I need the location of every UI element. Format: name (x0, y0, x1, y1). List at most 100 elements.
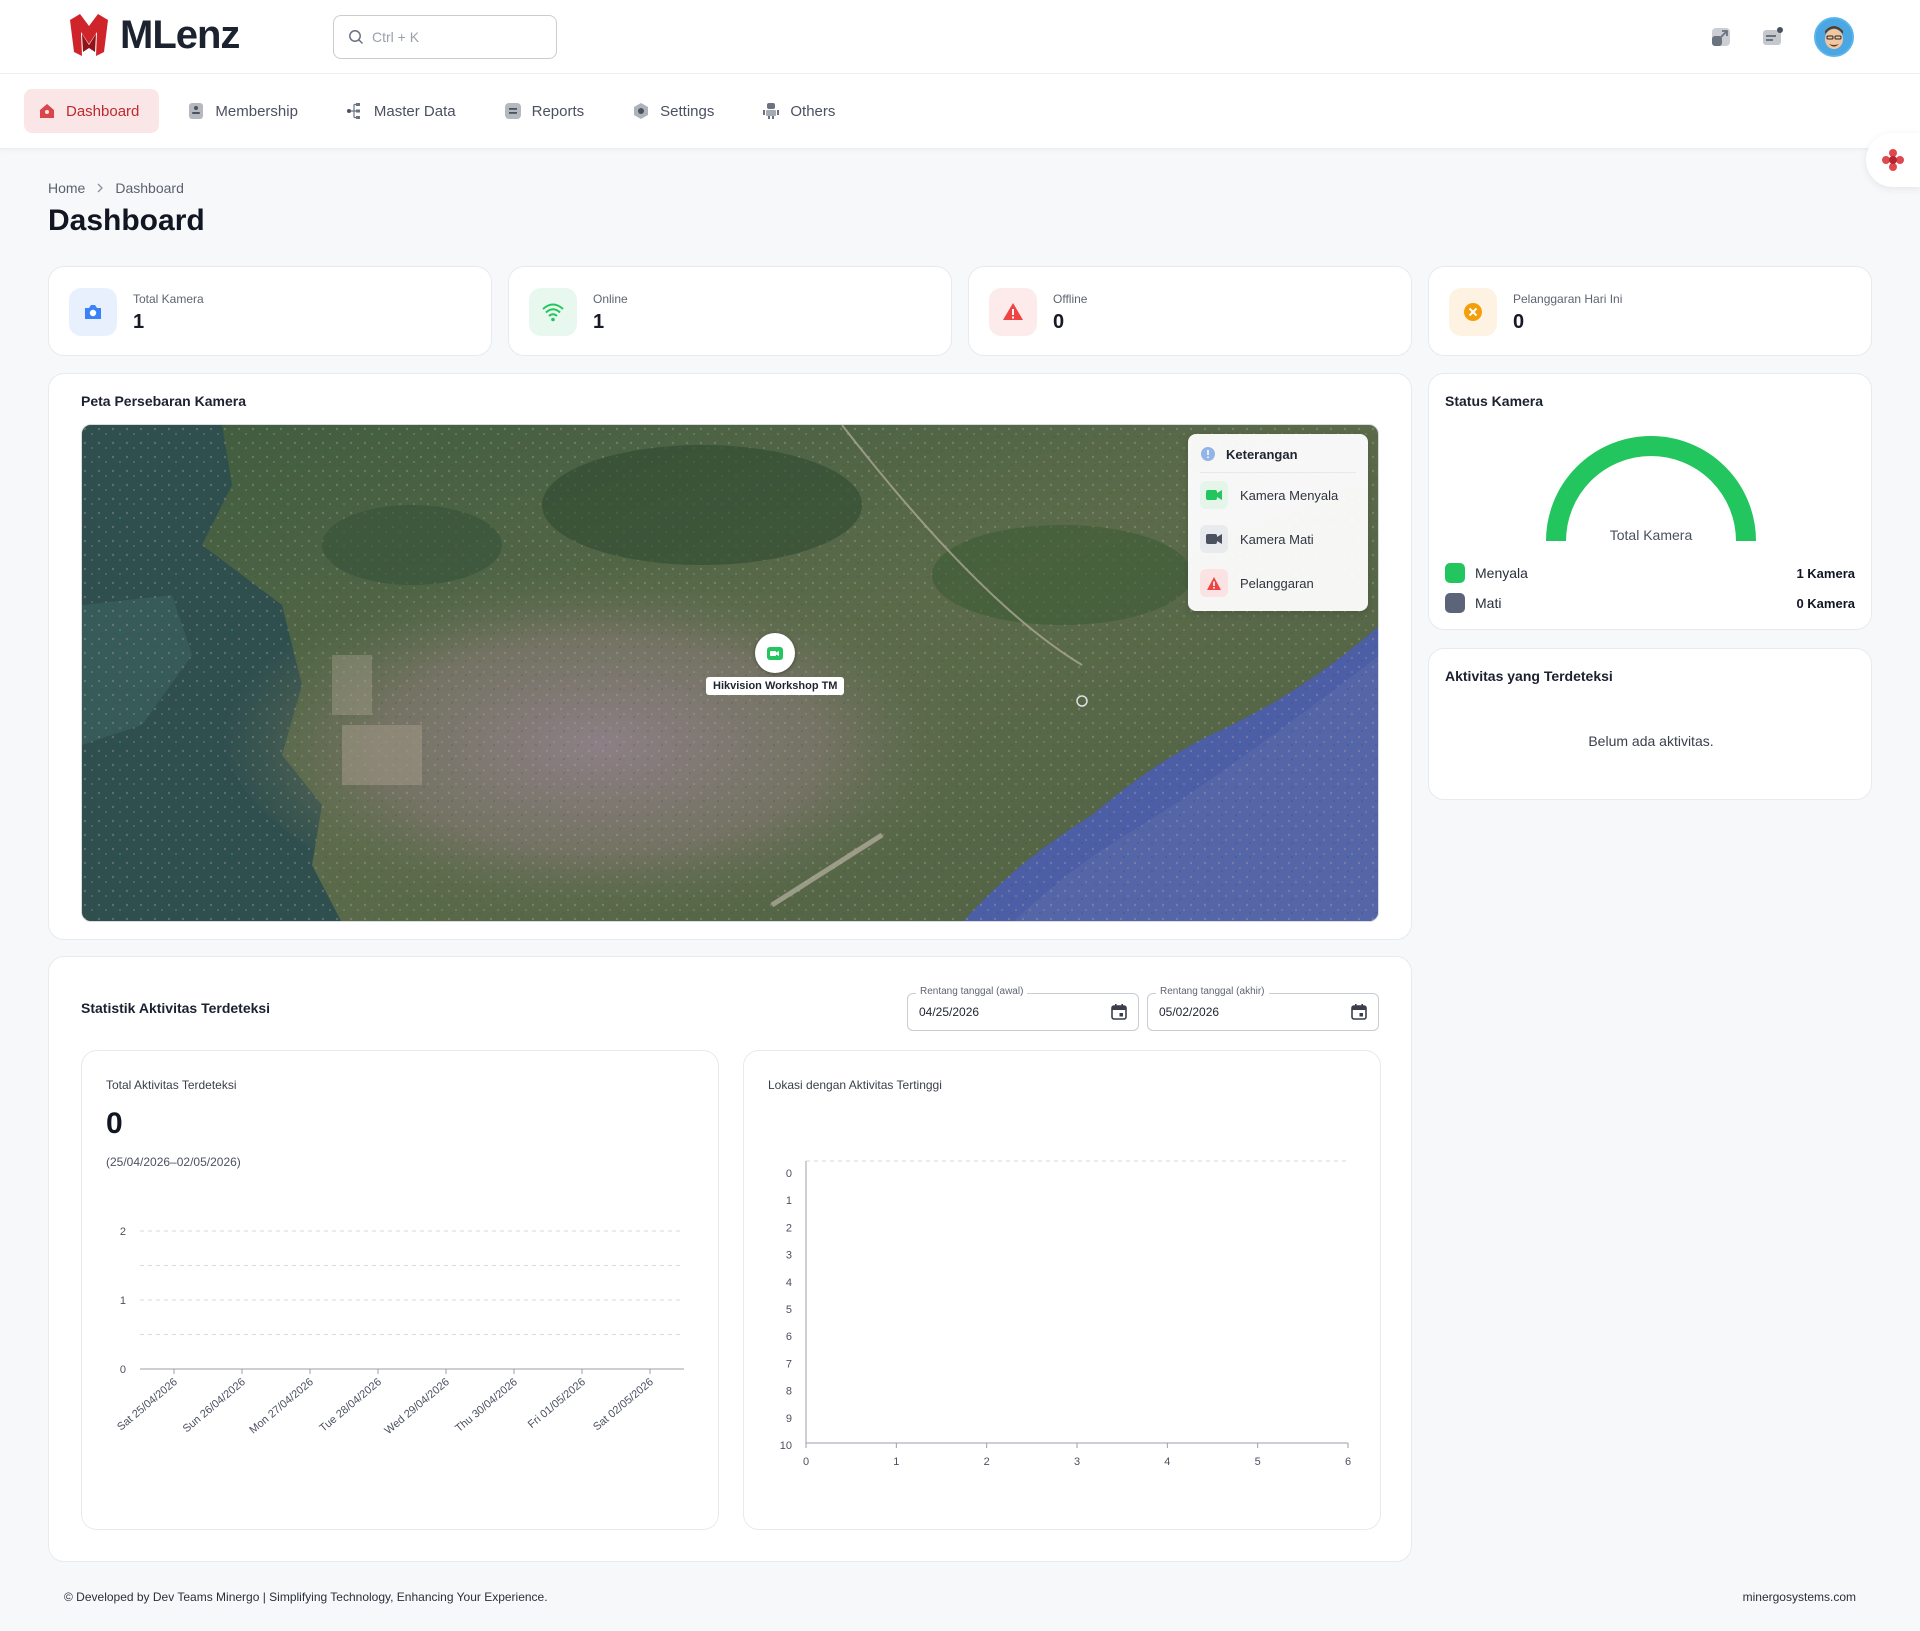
nav-item-master-data[interactable]: Master Data (332, 89, 476, 133)
search-input[interactable]: Ctrl + K (333, 15, 557, 59)
x-tick-label: Tue 28/04/2026 (317, 1376, 383, 1434)
nav-label: Others (790, 102, 836, 120)
y-tick-label: 2 (786, 1222, 792, 1234)
search-placeholder: Ctrl + K (372, 29, 420, 45)
status-label: Mati (1475, 595, 1502, 611)
flower-icon (1882, 149, 1904, 171)
nav-item-settings[interactable]: Settings (618, 89, 734, 133)
others-icon (763, 103, 780, 119)
y-tick-label: 0 (120, 1364, 126, 1376)
logo[interactable]: MLenz (66, 12, 240, 58)
stat-card-pelanggaran: Pelanggaran Hari Ini 0 (1428, 266, 1872, 356)
date-start-label: Rentang tanggal (awal) (916, 986, 1028, 997)
activity-card: Aktivitas yang Terdeteksi Belum ada akti… (1428, 648, 1872, 800)
status-swatch-gray (1445, 593, 1465, 613)
x-tick-label: 1 (893, 1456, 899, 1468)
footer-credit: © Developed by Dev Teams Minergo | Simpl… (64, 1590, 548, 1604)
user-avatar[interactable] (1814, 17, 1854, 57)
status-card-title: Status Kamera (1445, 393, 1544, 409)
x-tick-label: Thu 30/04/2026 (453, 1376, 520, 1435)
gauge-label: Total Kamera (1609, 527, 1693, 543)
footer-link[interactable]: minergosystems.com (1743, 1590, 1856, 1604)
info-icon (1201, 447, 1215, 461)
nav-label: Master Data (373, 102, 456, 120)
stat-label: Offline (1053, 292, 1088, 306)
stat-card-total-kamera: Total Kamera 1 (48, 266, 492, 356)
y-tick-label: 8 (786, 1386, 792, 1398)
y-tick-label: 1 (786, 1195, 792, 1207)
y-tick-label: 7 (786, 1358, 792, 1370)
camera-marker-icon (755, 633, 796, 673)
date-start-field[interactable]: Rentang tanggal (awal) 04/25/2026 (907, 986, 1139, 1031)
notification-icon[interactable] (1762, 26, 1784, 48)
breadcrumb-current: Dashboard (115, 180, 184, 196)
legend-label: Pelanggaran (1240, 575, 1314, 591)
nav-item-reports[interactable]: Reports (490, 89, 605, 133)
theme-customizer-button[interactable] (1866, 133, 1920, 187)
status-count: 0 Kamera (1796, 595, 1855, 611)
legend-item-pelanggaran: Pelanggaran (1200, 561, 1356, 605)
stat-value: 0 (1513, 311, 1525, 333)
x-tick-label: Mon 27/04/2026 (247, 1376, 316, 1436)
y-tick-label: 6 (786, 1331, 792, 1343)
stat-value: 1 (133, 311, 145, 333)
status-row-menyala: Menyala 1 Kamera (1445, 563, 1855, 583)
calendar-icon[interactable] (1110, 1003, 1128, 1021)
top-location-title: Lokasi dengan Aktivitas Tertinggi (768, 1078, 942, 1092)
map-card-title: Peta Persebaran Kamera (81, 393, 246, 409)
camera-off-icon (1200, 525, 1228, 553)
fullscreen-icon[interactable] (1710, 26, 1732, 48)
stat-value: 1 (593, 311, 605, 333)
chevron-right-icon (97, 183, 104, 193)
status-row-mati: Mati 0 Kamera (1445, 593, 1855, 613)
top-location-panel: Lokasi dengan Aktivitas Tertinggi 0 1 2 3 4 5… (743, 1050, 1381, 1530)
camera-marker-label: Hikvision Workshop TM (706, 677, 845, 695)
location-bar-chart: 0 1 2 3 4 5 6 7 8 9 10 0 1 2 3 4 5 6 (780, 1160, 1351, 1468)
hierarchy-icon (346, 103, 360, 119)
brand-name: MLenz (120, 12, 240, 57)
x-tick-label: Sun 26/04/2026 (181, 1376, 248, 1435)
breadcrumb: Home Dashboard (48, 180, 184, 196)
statistics-card: Statistik Aktivitas Terdeteksi Rentang t… (48, 956, 1412, 1562)
camera-marker[interactable]: Hikvision Workshop TM (706, 633, 845, 695)
nav-item-membership[interactable]: Membership (173, 89, 318, 133)
breadcrumb-home[interactable]: Home (48, 180, 85, 196)
warning-icon (989, 288, 1037, 336)
total-activity-range: (25/04/2026–02/05/2026) (106, 1155, 241, 1169)
nav-label: Dashboard (66, 102, 140, 120)
top-bar: MLenz Ctrl + K (0, 0, 1920, 74)
x-circle-icon (1449, 288, 1497, 336)
camera-on-icon (1200, 481, 1228, 509)
x-tick-label: Sat 02/05/2026 (591, 1376, 656, 1433)
date-end-field[interactable]: Rentang tanggal (akhir) 05/02/2026 (1147, 986, 1379, 1031)
map-card: Peta Persebaran Kamera Keterangan Kamera… (48, 373, 1412, 940)
y-tick-label: 2 (120, 1226, 126, 1238)
violation-icon (1200, 569, 1228, 597)
main-nav: Dashboard Membership Master Data Reports… (0, 74, 1920, 149)
calendar-icon[interactable] (1350, 1003, 1368, 1021)
y-tick-label: 4 (786, 1277, 792, 1289)
nav-label: Settings (660, 102, 715, 120)
stat-card-offline: Offline 0 (968, 266, 1412, 356)
legend-label: Kamera Menyala (1240, 487, 1339, 503)
nav-item-others[interactable]: Others (748, 89, 855, 133)
total-activity-panel: Total Aktivitas Terdeteksi 0 (25/04/2026… (81, 1050, 719, 1530)
logo-mark-icon (70, 14, 108, 56)
stat-label: Total Kamera (133, 292, 204, 306)
nav-item-dashboard[interactable]: Dashboard (24, 89, 160, 133)
date-end-value: 05/02/2026 (1159, 1005, 1220, 1019)
home-icon (40, 104, 54, 118)
legend-item-kamera-mati: Kamera Mati (1200, 517, 1356, 561)
activity-empty-text: Belum ada aktivitas. (1588, 733, 1714, 749)
legend-label: Kamera Mati (1240, 531, 1314, 547)
y-tick-label: 3 (786, 1250, 792, 1262)
date-start-value: 04/25/2026 (919, 1005, 980, 1019)
status-camera-card: Status Kamera Total Kamera Menyala 1 Kam… (1428, 373, 1872, 630)
date-end-label: Rentang tanggal (akhir) (1156, 986, 1269, 997)
x-tick-label: 5 (1255, 1456, 1261, 1468)
y-tick-label: 10 (780, 1440, 792, 1452)
status-swatch-green (1445, 563, 1465, 583)
x-tick-label: 4 (1164, 1456, 1170, 1468)
x-tick-label: 3 (1074, 1456, 1080, 1468)
satellite-map[interactable]: Keterangan Kamera Menyala Kamera Mati Pe… (81, 424, 1379, 922)
